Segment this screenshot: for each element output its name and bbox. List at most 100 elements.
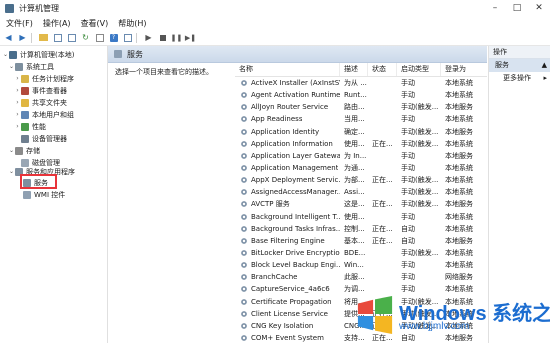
- computer-icon: [9, 50, 17, 59]
- description-pane: 选择一个项目来查看它的描述。: [108, 63, 235, 343]
- menu-file[interactable]: 文件(F): [6, 18, 33, 29]
- properties-icon[interactable]: [122, 32, 133, 43]
- service-gear-icon: [240, 249, 248, 257]
- table-row[interactable]: Block Level Backup Engi... Win... 手动 本地系统: [235, 259, 487, 271]
- close-button[interactable]: ✕: [528, 0, 550, 16]
- export-list-icon[interactable]: [94, 32, 105, 43]
- column-header-name[interactable]: 名称: [235, 63, 340, 76]
- up-folder-icon[interactable]: [38, 32, 49, 43]
- service-gear-icon: [240, 298, 248, 306]
- play-icon[interactable]: ▶: [143, 32, 154, 43]
- tree-item-system-tools[interactable]: ⌄ 系统工具: [8, 61, 54, 72]
- table-row[interactable]: AllJoyn Router Service 路由... 手动(触发... 本地服务: [235, 101, 487, 113]
- service-description: 确定...: [344, 127, 365, 136]
- table-row[interactable]: Agent Activation Runtime... Runt... 手动 本地系统: [235, 89, 487, 101]
- service-name-cell: App Readiness: [235, 115, 340, 123]
- tree-item-shared-folders[interactable]: › 共享文件夹: [14, 97, 67, 108]
- expand-arrow-icon[interactable]: ›: [14, 123, 21, 130]
- restart-icon[interactable]: ▶❚: [185, 32, 196, 43]
- actions-section-services[interactable]: 服务 ▲: [489, 59, 550, 72]
- service-name: BitLocker Drive Encryptio...: [251, 249, 340, 258]
- collapse-up-icon[interactable]: ▲: [542, 59, 547, 72]
- table-row[interactable]: AVCTP 服务 这是... 正在... 手动(触发... 本地服务: [235, 198, 487, 210]
- table-row[interactable]: Background Intelligent T... 使用... 手动 本地系统: [235, 211, 487, 223]
- maximize-button[interactable]: □: [506, 0, 528, 16]
- expand-arrow-icon[interactable]: ›: [14, 75, 21, 82]
- table-row[interactable]: Application Management 为通... 手动 本地系统: [235, 162, 487, 174]
- service-logon-as: 本地服务: [445, 127, 473, 136]
- minimize-button[interactable]: –: [484, 0, 506, 16]
- service-name: Block Level Backup Engi...: [251, 261, 340, 270]
- service-status: 正在...: [372, 176, 393, 185]
- service-name: Agent Activation Runtime...: [251, 91, 340, 100]
- column-header-logon-as[interactable]: 登录为: [441, 63, 487, 76]
- service-startup-type: 手动: [401, 273, 415, 282]
- help-icon[interactable]: ?: [108, 32, 119, 43]
- tree-item-task-scheduler[interactable]: › 任务计划程序: [14, 73, 74, 84]
- collapse-arrow-icon[interactable]: ⌄: [8, 168, 15, 175]
- computer-management-icon: [5, 3, 14, 13]
- tree-item-device-manager[interactable]: 设备管理器: [21, 133, 67, 144]
- expand-arrow-icon[interactable]: ›: [14, 111, 21, 118]
- console-tree: ⌄ 计算机管理(本地) ⌄ 系统工具 › 任务计划程序 › 事件查看器 › 共享…: [0, 46, 108, 343]
- service-startup-type: 自动: [401, 224, 415, 233]
- tree-root[interactable]: ⌄ 计算机管理(本地): [2, 49, 74, 60]
- column-header-description[interactable]: 描述: [340, 63, 368, 76]
- service-description: 使用...: [344, 212, 365, 221]
- tree-item-event-viewer[interactable]: › 事件查看器: [14, 85, 67, 96]
- table-row[interactable]: ActiveX Installer (AxInstSV) 为从 ... 手动 本地系统: [235, 77, 487, 89]
- refresh-icon[interactable]: ↻: [80, 32, 91, 43]
- more-actions-item[interactable]: 更多操作 ▸: [489, 72, 550, 84]
- table-row[interactable]: BitLocker Drive Encryptio... BDE... 手动(触发.…: [235, 247, 487, 259]
- pause-icon[interactable]: ❚❚: [171, 32, 183, 43]
- table-row[interactable]: Application Identity 确定... 手动(触发... 本地服务: [235, 126, 487, 138]
- service-gear-icon: [240, 322, 248, 330]
- table-row[interactable]: AssignedAccessManager... Assi... 手动(触发... 本…: [235, 186, 487, 198]
- service-gear-icon: [240, 285, 248, 293]
- tree-item-local-users[interactable]: › 本地用户和组: [14, 109, 74, 120]
- menu-view[interactable]: 查看(V): [81, 18, 109, 29]
- service-name-cell: COM+ Event System: [235, 334, 340, 342]
- service-startup-type: 手动: [401, 91, 415, 100]
- service-name: BranchCache: [251, 273, 298, 282]
- service-name-cell: Background Tasks Infras...: [235, 225, 340, 233]
- column-header-startup-type[interactable]: 启动类型: [397, 63, 441, 76]
- table-row[interactable]: BranchCache 此服... 手动 网络服务: [235, 271, 487, 283]
- collapse-arrow-icon[interactable]: ⌄: [8, 147, 15, 154]
- table-row[interactable]: App Readiness 当用... 手动 本地系统: [235, 113, 487, 125]
- tree-item-storage[interactable]: ⌄ 存储: [8, 145, 40, 156]
- service-gear-icon: [240, 176, 248, 184]
- tree-label: 本地用户和组: [32, 110, 74, 119]
- back-arrow-icon[interactable]: ◀: [3, 32, 14, 43]
- column-header-status[interactable]: 状态: [368, 63, 397, 76]
- console-tree-icon[interactable]: [52, 32, 63, 43]
- tree-item-wmi[interactable]: WMI 控件: [23, 189, 65, 200]
- menu-help[interactable]: 帮助(H): [118, 18, 146, 29]
- service-name: Client License Service: [251, 309, 328, 318]
- service-logon-as: 本地系统: [445, 139, 473, 148]
- service-name-cell: Background Intelligent T...: [235, 213, 340, 221]
- service-name-cell: BitLocker Drive Encryptio...: [235, 249, 340, 257]
- collapse-arrow-icon[interactable]: ⌄: [2, 51, 9, 58]
- service-startup-type: 手动(触发...: [401, 200, 439, 209]
- tree-item-performance[interactable]: › 性能: [14, 121, 46, 132]
- stop-icon[interactable]: [157, 32, 168, 43]
- collapse-arrow-icon[interactable]: ⌄: [8, 63, 15, 70]
- table-row[interactable]: Base Filtering Engine 基本... 正在... 自动 本地服务: [235, 235, 487, 247]
- forward-arrow-icon[interactable]: ▶: [17, 32, 28, 43]
- service-description: 此服...: [344, 273, 365, 282]
- actions-header: 操作: [489, 46, 550, 59]
- more-actions-label: 更多操作: [503, 74, 531, 82]
- table-row[interactable]: AppX Deployment Servic... 为部... 正在... 手动(触发…: [235, 174, 487, 186]
- expand-arrow-icon[interactable]: ›: [14, 99, 21, 106]
- description-text: 选择一个项目来查看它的描述。: [115, 68, 213, 76]
- table-row[interactable]: Application Layer Gatewa... 为 In... 手动 本地服务: [235, 150, 487, 162]
- table-row[interactable]: Background Tasks Infras... 控制... 正在... 自动 本地…: [235, 223, 487, 235]
- expand-arrow-icon[interactable]: ›: [14, 87, 21, 94]
- table-row[interactable]: Application Information 使用... 正在... 手动(触发..…: [235, 138, 487, 150]
- menu-action[interactable]: 操作(A): [43, 18, 71, 29]
- list-view-icon[interactable]: [66, 32, 77, 43]
- service-name-cell: Application Layer Gatewa...: [235, 152, 340, 160]
- tree-label: 任务计划程序: [32, 74, 74, 83]
- service-name-cell: AllJoyn Router Service: [235, 103, 340, 111]
